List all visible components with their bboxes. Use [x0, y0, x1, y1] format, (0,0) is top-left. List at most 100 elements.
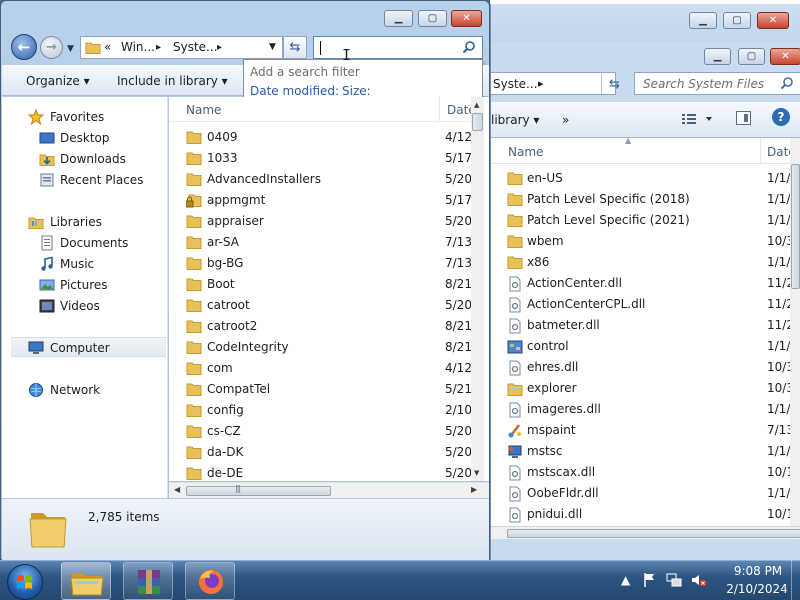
nav-music[interactable]: Music — [2, 254, 166, 274]
file-row[interactable]: CodeIntegrity 8/21 — [169, 337, 476, 358]
include-in-library-button[interactable]: library ▾ — [491, 113, 539, 127]
address-bar[interactable]: « Win... ▸ Syste... ▸ ▼ — [80, 36, 283, 59]
front-explorer-window[interactable]: ▁ ▢ ✕ ← → ▼ « Win... ▸ Syste... ▸ ▼ ⇆ Ad… — [0, 0, 490, 560]
minimize-button-secondary[interactable]: ▁ — [704, 48, 731, 65]
filter-size-link[interactable]: Size: — [342, 84, 371, 98]
search-icon[interactable] — [780, 76, 794, 90]
close-button[interactable]: ✕ — [757, 12, 789, 29]
refresh-icon[interactable]: ⇆ — [601, 74, 627, 94]
file-row[interactable]: de-DE 5/20 — [169, 463, 476, 481]
file-row[interactable]: mstsc 1/1/ — [491, 441, 791, 462]
close-button[interactable]: ✕ — [451, 10, 482, 27]
forward-button[interactable]: → — [40, 36, 63, 59]
maximize-button-secondary[interactable]: ▢ — [738, 48, 765, 65]
network-tray-icon[interactable] — [666, 572, 682, 588]
taskbar-firefox-button[interactable] — [185, 562, 235, 600]
file-row[interactable]: control 1/1/ — [491, 336, 791, 357]
column-divider[interactable] — [760, 138, 761, 164]
file-row[interactable]: wbem 10/3 — [491, 231, 794, 252]
taskbar-explorer-button[interactable] — [61, 562, 111, 600]
address-segment-system[interactable]: Syste... — [173, 40, 218, 54]
file-row[interactable]: cs-CZ 5/20 — [169, 421, 476, 442]
file-row[interactable]: en-US 1/1/ — [491, 168, 791, 189]
scroll-right-arrow-icon[interactable]: ▶ — [471, 485, 477, 494]
scroll-thumb[interactable] — [186, 486, 331, 496]
nav-downloads[interactable]: Downloads — [2, 149, 166, 169]
show-desktop-button[interactable] — [791, 560, 800, 600]
view-options-icon[interactable] — [682, 112, 714, 126]
back-search-input[interactable]: Search System Files — [634, 72, 800, 95]
back-vertical-scrollbar[interactable] — [790, 138, 800, 526]
horizontal-scrollbar[interactable]: ◀ ||| ▶ — [169, 482, 489, 498]
file-row[interactable]: ActionCenterCPL.dll 11/2 — [491, 294, 794, 315]
column-name[interactable]: Name — [186, 103, 221, 117]
vertical-scrollbar[interactable]: ▲ ▼ — [471, 97, 484, 481]
minimize-button[interactable]: ▁ — [689, 12, 717, 29]
recent-pages-dropdown[interactable]: ▼ — [67, 44, 74, 54]
file-row[interactable]: appmgmt 5/17 — [169, 190, 476, 211]
maximize-button[interactable]: ▢ — [418, 10, 447, 27]
column-name[interactable]: Name — [508, 145, 543, 159]
file-row[interactable]: catroot2 8/21 — [169, 316, 476, 337]
nav-recent-places[interactable]: Recent Places — [2, 170, 166, 190]
file-row[interactable]: da-DK 5/20 — [169, 442, 476, 463]
more-commands-button[interactable]: » — [562, 113, 569, 127]
nav-pictures[interactable]: Pictures — [2, 275, 166, 295]
file-row[interactable]: imageres.dll 1/1/ — [491, 399, 791, 420]
file-row[interactable]: pnidui.dll 10/1 — [491, 504, 794, 525]
maximize-button[interactable]: ▢ — [723, 12, 751, 29]
file-row[interactable]: config 2/10 — [169, 400, 476, 421]
nav-videos[interactable]: Videos — [2, 296, 166, 316]
clock-date[interactable]: 2/10/2024 — [724, 582, 790, 596]
back-explorer-window[interactable]: ▁ ▢ ✕ ▁ ▢ ✕ Syste... ▸ ⇆ Search System F… — [490, 4, 800, 560]
address-chevron[interactable]: ▸ — [538, 77, 544, 90]
nav-libraries[interactable]: Libraries — [2, 212, 166, 232]
nav-favorites[interactable]: Favorites — [2, 107, 166, 127]
file-row[interactable]: AdvancedInstallers 5/20 — [169, 169, 476, 190]
address-segment-windows[interactable]: Win... — [121, 40, 155, 54]
scroll-thumb[interactable] — [472, 113, 483, 131]
file-row[interactable]: appraiser 5/20 — [169, 211, 476, 232]
file-row[interactable]: x86 1/1/ — [491, 252, 791, 273]
file-row[interactable]: ehres.dll 10/3 — [491, 357, 794, 378]
file-row[interactable]: catroot 5/20 — [169, 295, 476, 316]
nav-desktop[interactable]: Desktop — [2, 128, 166, 148]
help-icon[interactable]: ? — [772, 108, 790, 126]
address-segment[interactable]: Syste... — [493, 77, 538, 91]
start-button[interactable] — [7, 564, 43, 600]
nav-network[interactable]: Network — [2, 380, 166, 400]
volume-muted-icon[interactable] — [691, 572, 707, 588]
file-row[interactable]: ar-SA 7/13 — [169, 232, 476, 253]
address-separator[interactable]: ▸ — [217, 42, 222, 53]
file-row[interactable]: Patch Level Specific (2018) 1/1/ — [491, 189, 791, 210]
taskbar-winrar-button[interactable] — [123, 562, 173, 600]
minimize-button[interactable]: ▁ — [384, 10, 413, 27]
file-row[interactable]: Patch Level Specific (2021) 1/1/ — [491, 210, 791, 231]
back-horizontal-scrollbar[interactable] — [491, 526, 800, 539]
scroll-down-arrow-icon[interactable]: ▼ — [474, 469, 479, 477]
action-center-flag-icon[interactable] — [643, 572, 657, 588]
file-row[interactable]: ActionCenter.dll 11/2 — [491, 273, 794, 294]
refresh-button[interactable]: ⇆ — [283, 36, 307, 59]
search-icon[interactable] — [462, 40, 476, 54]
file-row[interactable]: mspaint 7/13 — [491, 420, 794, 441]
file-row[interactable]: mstscax.dll 10/1 — [491, 462, 794, 483]
file-row[interactable]: OobeFldr.dll 1/1/ — [491, 483, 791, 504]
nav-documents[interactable]: Documents — [2, 233, 166, 253]
file-row[interactable]: CompatTel 5/21 — [169, 379, 476, 400]
address-separator[interactable]: ▸ — [156, 42, 161, 53]
preview-pane-icon[interactable] — [736, 111, 751, 125]
organize-button[interactable]: Organize ▾ — [26, 74, 90, 88]
file-row[interactable]: 0409 4/12 — [169, 127, 476, 148]
filter-date-modified-link[interactable]: Date modified: — [250, 84, 339, 98]
address-dropdown-icon[interactable]: ▼ — [269, 42, 276, 52]
file-row[interactable]: bg-BG 7/13 — [169, 253, 476, 274]
search-input[interactable] — [313, 36, 483, 59]
close-button-secondary[interactable]: ✕ — [770, 48, 800, 65]
nav-computer[interactable]: Computer — [11, 337, 166, 357]
file-row[interactable]: 1033 5/17 — [169, 148, 476, 169]
include-in-library-button[interactable]: Include in library ▾ — [117, 74, 228, 88]
file-row[interactable]: Boot 8/21 — [169, 274, 476, 295]
scroll-up-arrow-icon[interactable]: ▲ — [474, 101, 479, 109]
show-hidden-icons-icon[interactable]: ▲ — [621, 573, 630, 587]
